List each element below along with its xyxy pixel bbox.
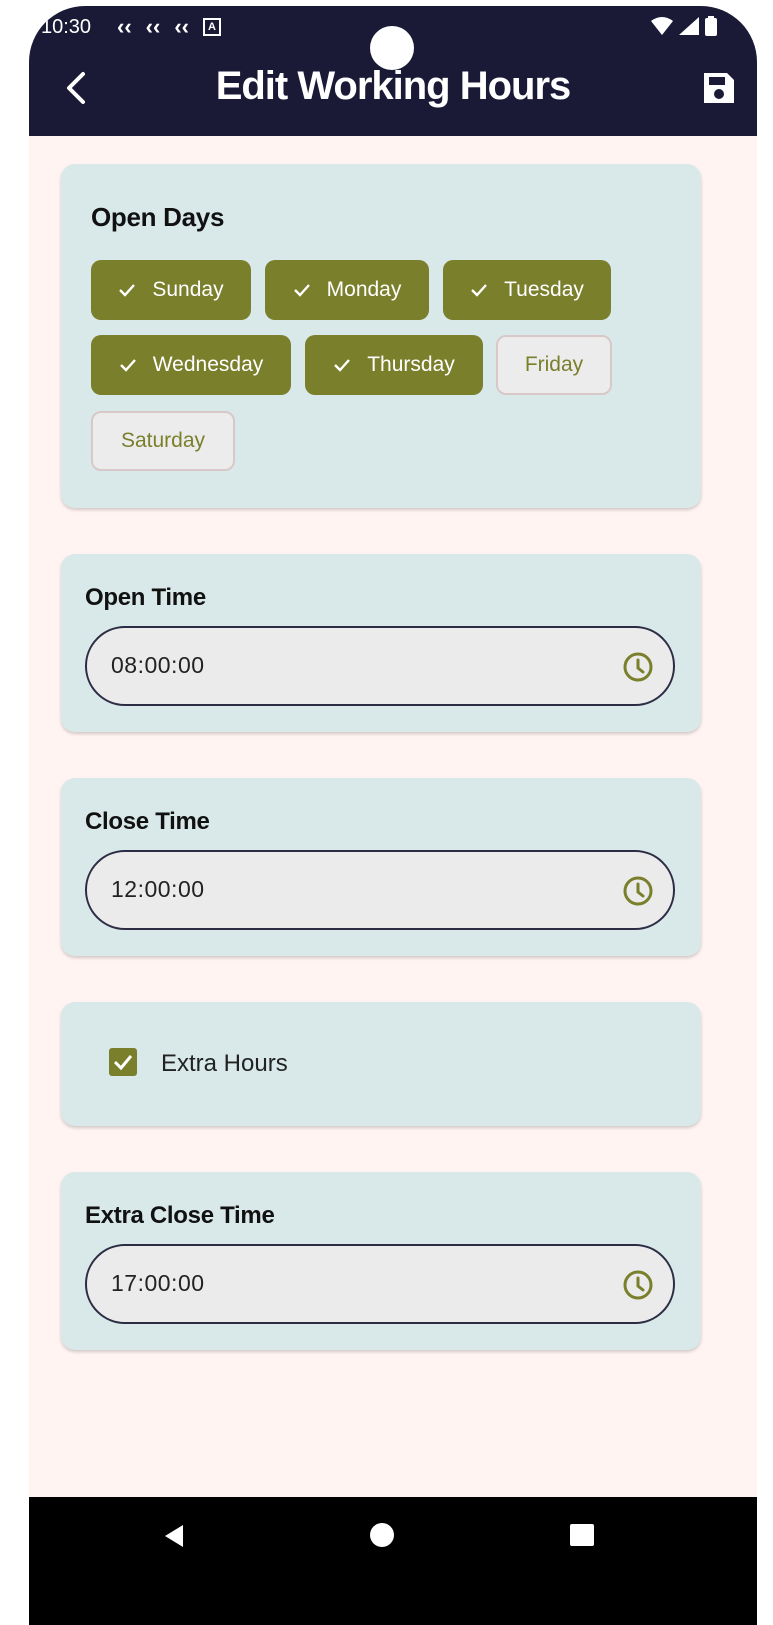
day-chip-saturday[interactable]: Saturday: [91, 411, 235, 471]
day-chip-wednesday[interactable]: Wednesday: [91, 335, 291, 395]
system-nav-bar: [29, 1497, 757, 1625]
open-time-label: Open Time: [85, 584, 206, 611]
day-chip-label: Monday: [326, 278, 402, 301]
extra-hours-card: Extra Hours: [61, 1002, 701, 1126]
check-icon: [119, 284, 136, 297]
nav-back-button[interactable]: [161, 1523, 187, 1549]
check-icon: [113, 1055, 133, 1071]
clock-icon[interactable]: [621, 1268, 655, 1302]
extra-hours-label: Extra Hours: [161, 1050, 288, 1077]
day-chip-friday[interactable]: Friday: [496, 335, 612, 395]
nav-recents-button[interactable]: [570, 1524, 594, 1546]
check-icon: [471, 284, 488, 297]
nav-home-button[interactable]: [370, 1523, 394, 1547]
day-chip-tuesday[interactable]: Tuesday: [443, 260, 611, 320]
triangle-left-icon: [165, 1525, 183, 1547]
extra-close-time-card: Extra Close Time 17:00:00: [61, 1172, 701, 1350]
extra-close-time-value: 17:00:00: [111, 1270, 205, 1296]
day-chip-label: Wednesday: [152, 353, 264, 376]
day-chip-label: Friday: [524, 353, 584, 376]
day-chip-label: Sunday: [152, 278, 224, 301]
close-time-value: 12:00:00: [111, 876, 205, 902]
check-icon: [119, 359, 136, 372]
check-icon: [293, 284, 310, 297]
flutter-icon: ‹‹: [117, 14, 132, 39]
extra-close-time-field[interactable]: 17:00:00: [85, 1244, 675, 1324]
open-days-title: Open Days: [91, 202, 225, 232]
day-chip-label: Tuesday: [504, 278, 584, 301]
a-icon: A: [202, 18, 221, 36]
check-icon: [334, 359, 351, 372]
floppy-disk-icon: [704, 73, 734, 103]
wifi-icon: [651, 17, 673, 35]
page-title: Edit Working Hours: [215, 64, 572, 108]
day-chip-label: Thursday: [367, 353, 455, 376]
flutter-icon: ‹‹: [145, 14, 161, 39]
open-time-card: Open Time 08:00:00: [61, 554, 701, 732]
close-time-label: Close Time: [85, 808, 210, 835]
app-bar: 10:30 ‹‹ ‹‹ ‹‹ A Edit Working Hours: [29, 6, 757, 136]
day-chip-monday[interactable]: Monday: [265, 260, 429, 320]
close-time-card: Close Time 12:00:00: [61, 778, 701, 956]
clock-icon[interactable]: [621, 874, 655, 908]
extra-close-time-label: Extra Close Time: [85, 1202, 275, 1229]
phone-screen: 10:30 ‹‹ ‹‹ ‹‹ A Edit Working Hours Open…: [29, 6, 757, 1625]
system-status-icons: [651, 16, 717, 36]
open-days-card: Open Days Sunday Monday Tuesday Wednesda…: [61, 164, 701, 508]
flutter-icon: ‹‹: [174, 14, 189, 39]
open-time-value: 08:00:00: [111, 652, 205, 678]
status-time: 10:30: [41, 16, 92, 38]
notification-icons: ‹‹ ‹‹ ‹‹ A: [117, 14, 221, 40]
save-button[interactable]: [701, 70, 737, 106]
day-chip-label: Saturday: [120, 429, 206, 452]
battery-icon: [705, 16, 717, 36]
open-time-field[interactable]: 08:00:00: [85, 626, 675, 706]
clock-icon[interactable]: [621, 650, 655, 684]
extra-hours-checkbox[interactable]: [109, 1048, 137, 1076]
signal-icon: [679, 17, 699, 35]
close-time-field[interactable]: 12:00:00: [85, 850, 675, 930]
day-chip-sunday[interactable]: Sunday: [91, 260, 251, 320]
day-chip-thursday[interactable]: Thursday: [305, 335, 483, 395]
